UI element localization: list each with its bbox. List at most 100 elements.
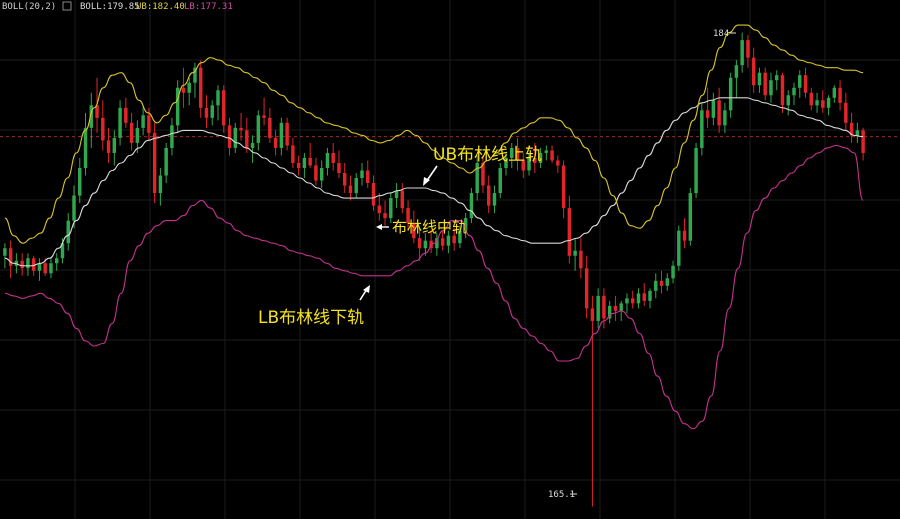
candle-body: [469, 193, 474, 219]
candle-body: [723, 110, 727, 126]
candle-body: [198, 67, 203, 108]
candle-body: [314, 165, 318, 181]
candle-body: [498, 167, 502, 194]
candle-body: [694, 147, 698, 194]
candle-body: [677, 230, 681, 266]
candle-body: [400, 190, 405, 209]
candle-body: [734, 65, 739, 78]
candle-body: [728, 77, 733, 111]
candle-body: [590, 308, 595, 321]
candle-body: [769, 80, 773, 96]
candle-body: [135, 127, 140, 143]
candle-body: [700, 110, 704, 148]
candle-body: [112, 137, 117, 153]
candle-body: [106, 140, 111, 153]
candle-body: [596, 295, 600, 321]
candle-body: [245, 130, 249, 148]
candle-body: [204, 107, 209, 118]
candle-body: [118, 107, 122, 138]
candle-body: [757, 72, 762, 86]
candle-body: [43, 263, 47, 274]
candle-body: [273, 137, 278, 148]
candle-body: [665, 278, 670, 286]
candle-body: [423, 240, 428, 249]
candle-body: [20, 260, 24, 269]
candle-body: [319, 167, 324, 181]
candle-body: [325, 152, 330, 168]
candle-body: [446, 235, 451, 246]
candle-body: [780, 75, 785, 106]
candle-body: [285, 122, 289, 146]
candle-body: [821, 100, 825, 108]
candle-body: [147, 115, 151, 133]
candle-body: [654, 280, 658, 291]
candle-body: [573, 250, 577, 256]
candle-body: [579, 250, 583, 269]
candle-body: [66, 220, 70, 244]
candle-body: [636, 293, 641, 304]
candle-body: [671, 265, 675, 279]
candle-body: [389, 198, 393, 219]
candle-body: [308, 157, 312, 166]
candle-body: [181, 87, 186, 93]
candle-body: [544, 150, 549, 153]
candle-body: [717, 100, 721, 126]
candle-body: [54, 258, 59, 264]
candle-body: [129, 122, 134, 143]
candle-body: [642, 293, 646, 301]
ub-value: UB:182.40: [136, 2, 185, 12]
candle-body: [31, 258, 36, 271]
candle-body: [354, 178, 358, 194]
candle-body: [809, 92, 814, 106]
candle-body: [216, 90, 220, 106]
candle-body: [705, 110, 710, 118]
candle-body: [239, 127, 243, 131]
candle-body: [377, 205, 382, 214]
candle-body: [740, 40, 744, 66]
candle-body: [832, 87, 837, 98]
candle-body: [584, 268, 589, 309]
candle-body: [101, 117, 105, 141]
candle-body: [492, 193, 497, 206]
candle-body: [383, 213, 387, 219]
candle-body: [798, 75, 802, 88]
candle-body: [164, 147, 168, 176]
candle-body: [360, 170, 364, 179]
candle-body: [187, 82, 191, 93]
candle-body: [72, 195, 76, 221]
candle-body: [342, 173, 347, 186]
boll-value: BOLL:179.85: [80, 2, 140, 12]
candle-body: [296, 162, 301, 168]
candle-body: [337, 162, 341, 173]
low-price-marker: 165.1: [548, 490, 575, 500]
candle-body: [746, 40, 750, 58]
candle-body: [440, 238, 445, 246]
indicator-name: BOLL(20,2): [2, 2, 56, 12]
candle-body: [26, 258, 30, 269]
candle-body: [152, 132, 157, 194]
candle-body: [815, 100, 819, 106]
candle-body: [602, 295, 606, 319]
candle-body: [348, 185, 353, 194]
candle-body: [250, 142, 255, 148]
lb-value: LB:177.31: [184, 2, 233, 12]
candle-body: [366, 170, 370, 184]
candle-body: [630, 298, 635, 304]
candle-body: [279, 122, 284, 148]
candle-body: [227, 125, 232, 148]
mid-annotation-label: 布林线中轨: [392, 218, 467, 236]
candle-body: [682, 230, 687, 241]
candle-body: [3, 248, 7, 256]
candle-body: [561, 165, 566, 209]
candle-body: [711, 100, 716, 118]
candle-body: [567, 208, 572, 256]
candle-body: [49, 263, 53, 274]
candle-body: [763, 72, 767, 96]
candle-body: [331, 152, 335, 163]
candle-body: [803, 75, 808, 93]
candle-body: [844, 102, 848, 123]
candle-body: [625, 298, 629, 304]
lb-annotation-label: LB布林线下轨: [258, 308, 364, 328]
candle-body: [158, 175, 163, 194]
high-price-marker: 184: [713, 29, 729, 39]
